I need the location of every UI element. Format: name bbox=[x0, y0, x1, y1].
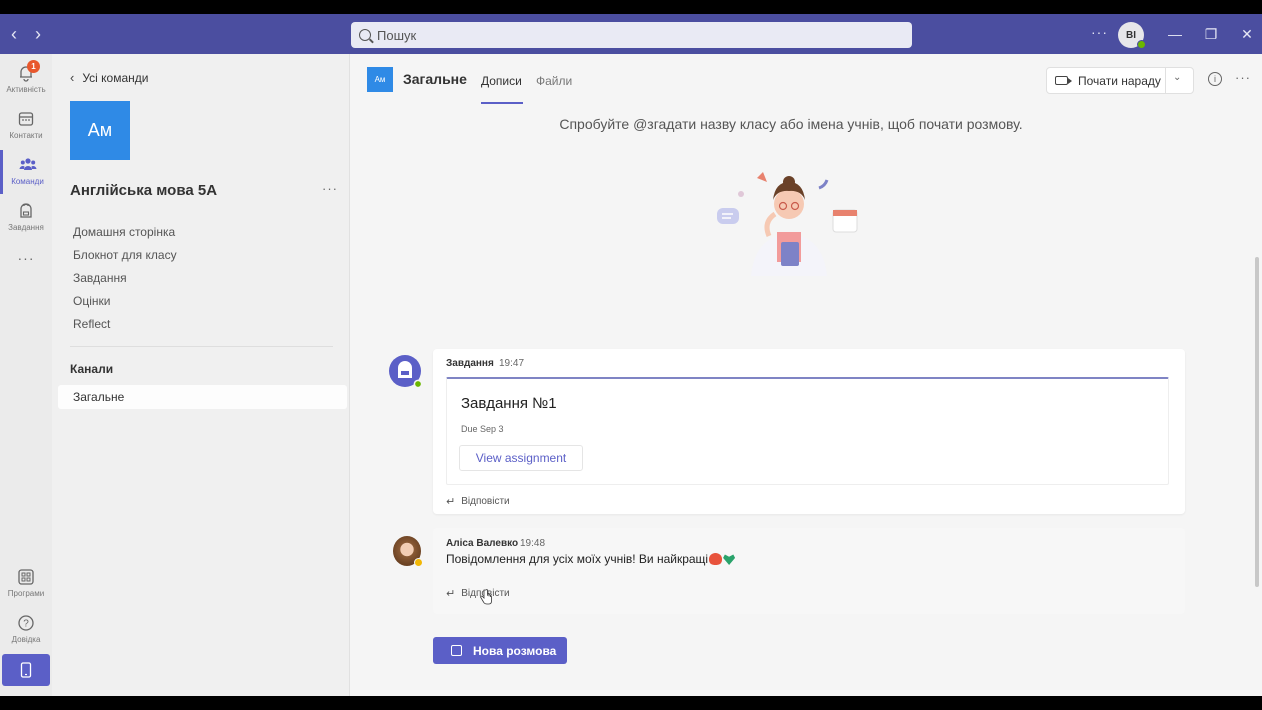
compose-icon bbox=[451, 645, 462, 656]
all-teams-link[interactable]: ‹ Усі команди bbox=[70, 70, 148, 85]
channel-avatar: Ам bbox=[367, 67, 393, 92]
mobile-app-button[interactable] bbox=[2, 654, 50, 686]
message-time: 19:47 bbox=[499, 358, 525, 369]
user-message: Аліса Валевко 19:48 Повідомлення для усі… bbox=[433, 528, 1185, 614]
chevron-left-icon: ‹ bbox=[70, 70, 75, 85]
channels-header: Канали bbox=[70, 362, 114, 376]
channel-item-general[interactable]: Загальне bbox=[58, 385, 347, 409]
search-placeholder: Пошук bbox=[377, 27, 417, 43]
mention-hint: Спробуйте @згадати назву класу або імена… bbox=[559, 116, 1023, 132]
rail-label: Активність bbox=[6, 85, 46, 94]
message-time: 19:48 bbox=[520, 538, 546, 549]
avatar bbox=[393, 536, 423, 567]
reply-icon: ↵ bbox=[446, 496, 456, 508]
forward-arrow-icon[interactable]: › bbox=[30, 25, 46, 43]
message-body: Повідомлення для усіх моїх учнів! Ви най… bbox=[446, 552, 736, 566]
minimize-icon[interactable]: — bbox=[1163, 22, 1187, 46]
active-tab-indicator bbox=[481, 102, 523, 104]
user-initials: BI bbox=[1126, 29, 1136, 41]
close-icon[interactable]: ✕ bbox=[1235, 22, 1259, 46]
channel-label: Загальне bbox=[73, 390, 125, 404]
calendar-icon bbox=[17, 110, 35, 128]
channel-title: Загальне bbox=[403, 71, 467, 87]
app-rail: 1 Активність Контакти Команди Завдання ·… bbox=[0, 54, 52, 696]
presence-away-icon bbox=[414, 558, 423, 567]
message-author: Аліса Валевко bbox=[446, 538, 519, 549]
chevron-down-icon[interactable]: ⌄ bbox=[1173, 72, 1181, 83]
apps-icon bbox=[17, 568, 35, 586]
rail-label: Програми bbox=[7, 589, 45, 598]
team-link-notebook[interactable]: Блокнот для класу bbox=[73, 248, 177, 262]
rail-item-contacts[interactable]: Контакти bbox=[0, 104, 52, 148]
search-icon bbox=[359, 29, 371, 41]
bell-icon: 1 bbox=[17, 60, 40, 82]
message-text: Повідомлення для усіх моїх учнів! Ви най… bbox=[446, 552, 709, 566]
video-camera-icon bbox=[1055, 76, 1072, 85]
channel-more-icon[interactable]: ··· bbox=[1235, 70, 1251, 85]
new-conversation-label: Нова розмова bbox=[473, 643, 557, 658]
help-icon: ? bbox=[17, 614, 35, 632]
presence-available-icon bbox=[1137, 40, 1146, 49]
divider bbox=[1165, 68, 1166, 93]
reply-icon: ↵ bbox=[446, 588, 456, 600]
user-avatar[interactable]: BI bbox=[1118, 22, 1146, 49]
assignment-title: Завдання №1 bbox=[461, 395, 557, 412]
reply-button[interactable]: ↵ Відповісти bbox=[446, 495, 510, 508]
scrollbar[interactable] bbox=[1255, 257, 1259, 587]
team-link-grades[interactable]: Оцінки bbox=[73, 294, 110, 308]
start-meeting-button[interactable]: Почати нараду ⌄ bbox=[1046, 67, 1194, 94]
team-link-assignments[interactable]: Завдання bbox=[73, 271, 127, 285]
team-link-reflect[interactable]: Reflect bbox=[73, 317, 110, 331]
assignment-card: Завдання №1 Due Sep 3 View assignment bbox=[446, 377, 1169, 485]
divider bbox=[70, 346, 333, 347]
rail-item-apps[interactable]: Програми bbox=[0, 562, 52, 606]
title-bar: ‹ › Пошук ··· BI — ❐ ✕ bbox=[0, 14, 1262, 54]
rail-label: Контакти bbox=[9, 131, 43, 140]
phone-icon bbox=[20, 662, 32, 678]
teams-window: ‹ › Пошук ··· BI — ❐ ✕ 1 Активність Конт… bbox=[0, 14, 1262, 696]
info-icon[interactable]: i bbox=[1208, 72, 1222, 86]
tab-posts[interactable]: Дописи bbox=[481, 74, 522, 88]
reply-button[interactable]: ↵ Відповісти bbox=[446, 587, 510, 600]
teacher-illustration-icon bbox=[717, 172, 858, 276]
team-more-icon[interactable]: ··· bbox=[322, 181, 338, 196]
svg-text:?: ? bbox=[23, 619, 29, 630]
activity-badge: 1 bbox=[27, 60, 40, 73]
team-panel: ‹ Усі команди Ам Англійська мова 5А ··· … bbox=[52, 54, 350, 696]
channel-main: Ам Загальне Дописи Файли Почати нараду ⌄… bbox=[351, 54, 1262, 696]
all-teams-label: Усі команди bbox=[82, 70, 149, 85]
green-heart-emoji-icon bbox=[723, 554, 736, 565]
assignment-message: Завдання 19:47 Завдання №1 Due Sep 3 Vie… bbox=[433, 349, 1185, 514]
rail-more-icon[interactable]: ··· bbox=[0, 250, 52, 294]
teams-icon bbox=[19, 156, 37, 174]
backpack-icon bbox=[17, 202, 35, 220]
party-emoji-icon bbox=[709, 553, 723, 565]
view-assignment-button[interactable]: View assignment bbox=[459, 445, 583, 471]
rail-item-activity[interactable]: 1 Активність bbox=[0, 58, 52, 102]
start-meeting-label: Почати нараду bbox=[1078, 73, 1161, 88]
tab-files[interactable]: Файли bbox=[536, 74, 572, 88]
team-name: Англійська мова 5А bbox=[70, 182, 218, 199]
rail-label: Завдання bbox=[8, 223, 44, 232]
back-arrow-icon[interactable]: ‹ bbox=[6, 25, 22, 43]
rail-item-teams[interactable]: Команди bbox=[0, 150, 52, 194]
assignment-due: Due Sep 3 bbox=[461, 424, 504, 434]
settings-more-icon[interactable]: ··· bbox=[1091, 24, 1108, 40]
rail-item-assignments[interactable]: Завдання bbox=[0, 196, 52, 240]
reply-label: Відповісти bbox=[461, 496, 510, 507]
hand-cursor-icon bbox=[480, 589, 492, 605]
restore-icon[interactable]: ❐ bbox=[1199, 22, 1223, 46]
rail-item-help[interactable]: ? Довідка bbox=[0, 608, 52, 652]
team-link-home[interactable]: Домашня сторінка bbox=[73, 225, 175, 239]
rail-label: Команди bbox=[11, 177, 44, 186]
new-conversation-button[interactable]: Нова розмова bbox=[433, 637, 567, 664]
team-avatar: Ам bbox=[70, 101, 130, 160]
search-input[interactable]: Пошук bbox=[351, 22, 912, 48]
rail-label: Довідка bbox=[11, 635, 41, 644]
message-author: Завдання bbox=[446, 358, 494, 369]
assignments-bot-avatar bbox=[389, 355, 422, 388]
